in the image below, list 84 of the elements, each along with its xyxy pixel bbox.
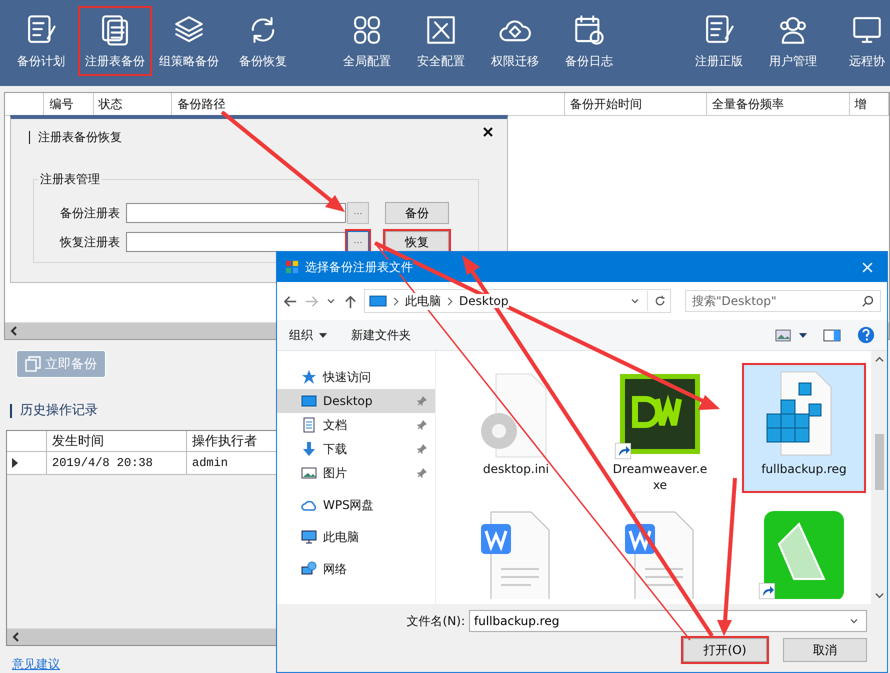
command-button[interactable]: 组织: [285, 324, 331, 346]
filename-field[interactable]: fullbackup.reg: [469, 610, 867, 632]
group-title: 注册表管理: [39, 171, 101, 188]
scrollbar-track[interactable]: [871, 351, 887, 604]
column-header[interactable]: 编号: [49, 97, 74, 111]
column-header[interactable]: 备份开始时间: [570, 97, 642, 111]
toolbar-button[interactable]: 备份计划: [4, 6, 78, 76]
nav-item[interactable]: WPS网盘: [277, 493, 435, 517]
preview-pane-icon[interactable]: [823, 328, 841, 342]
address-bar[interactable]: 此电脑 Desktop: [364, 289, 671, 313]
monitor-icon: [369, 294, 387, 308]
browse-button[interactable]: ···: [347, 202, 369, 224]
pin-icon: [417, 444, 427, 454]
toolbar-button[interactable]: 用户管理: [756, 6, 830, 76]
close-icon[interactable]: [483, 127, 493, 137]
chevron-left-icon[interactable]: [11, 632, 21, 642]
file-item[interactable]: fullbackup.reg: [744, 365, 864, 491]
copy-icon: [25, 356, 41, 372]
pin-icon: [417, 396, 427, 406]
shortcut-arrow-icon: [615, 443, 631, 459]
breadcrumb[interactable]: Desktop: [459, 294, 508, 308]
column-header[interactable]: 备份路径: [177, 97, 226, 111]
action-button[interactable]: 备份: [385, 202, 449, 224]
toolbar-button[interactable]: 权限迁移: [478, 6, 552, 76]
chevron-down-icon[interactable]: [874, 591, 884, 600]
help-icon[interactable]: [857, 326, 875, 344]
section-title: 历史操作记录: [10, 404, 98, 418]
column-header[interactable]: 发生时间: [47, 431, 187, 451]
chevron-up-icon[interactable]: [874, 355, 884, 364]
column-header[interactable]: 状态: [98, 97, 123, 111]
field-label: 备份注册表: [59, 204, 120, 222]
toolbar-button[interactable]: 注册正版: [682, 6, 756, 76]
monitor-icon: [301, 529, 317, 545]
nav-item[interactable]: 网络: [277, 557, 435, 581]
calendar-icon: [572, 12, 606, 46]
view-icon[interactable]: [775, 328, 793, 342]
toolbar-button[interactable]: 安全配置: [404, 6, 478, 76]
command-button[interactable]: 新建文件夹: [347, 324, 415, 346]
file-item[interactable]: desktop.ini: [456, 365, 576, 491]
toolbar-button[interactable]: 备份日志: [552, 6, 626, 76]
app-icon: [285, 260, 299, 274]
star-icon: [301, 369, 317, 385]
caret-icon: [319, 332, 327, 338]
nav-item[interactable]: Desktop: [277, 389, 435, 413]
table-cell: 2019/4/8 20:38: [47, 452, 187, 474]
path-field[interactable]: [126, 232, 346, 252]
toolbar-button[interactable]: 全局配置: [330, 6, 404, 76]
column-header[interactable]: 全量备份频率: [712, 97, 784, 111]
toolbar-button[interactable]: 远程协: [830, 6, 890, 76]
caret-icon[interactable]: [799, 332, 807, 338]
column-header[interactable]: 增: [854, 97, 867, 111]
window-title: 选择备份注册表文件: [305, 260, 413, 274]
feedback-link[interactable]: 意见建议: [12, 656, 60, 673]
window-title: 注册表备份恢复: [29, 131, 122, 144]
nav-item[interactable]: 快速访问: [277, 365, 435, 389]
monitor-icon: [301, 393, 317, 409]
toolbar-button[interactable]: 组策略备份: [152, 6, 226, 76]
pin-icon: [417, 420, 427, 430]
picture-icon: [301, 465, 317, 481]
document-icon: [301, 417, 317, 433]
file-item[interactable]: Dreamweaver.exe: [600, 365, 720, 491]
dialog-button[interactable]: 打开(O): [683, 638, 767, 662]
scrollbar-thumb[interactable]: [874, 434, 884, 490]
refresh-icon[interactable]: [654, 295, 666, 307]
search-field[interactable]: 搜索"Desktop": [685, 290, 881, 312]
network-icon: [301, 561, 317, 577]
pin-icon: [417, 468, 427, 478]
chevron-right-icon: [447, 296, 453, 306]
up-arrow-icon[interactable]: [343, 294, 358, 308]
nav-item[interactable]: 此电脑: [277, 525, 435, 549]
toolbar-button[interactable]: 备份恢复: [226, 6, 300, 76]
shortcut-arrow-icon: [759, 583, 775, 599]
search-icon: [862, 295, 874, 307]
back-arrow-icon[interactable]: [283, 294, 298, 308]
field-label: 恢复注册表: [58, 234, 120, 250]
field-label: 文件名(N):: [406, 612, 465, 630]
chevron-left-icon[interactable]: [9, 326, 19, 336]
chevron-right-icon: [393, 296, 399, 306]
breadcrumb[interactable]: 此电脑: [405, 292, 441, 310]
download-icon: [301, 441, 317, 457]
toolbar-button[interactable]: 注册表备份: [78, 6, 152, 76]
path-field[interactable]: [126, 203, 346, 223]
dialog-button[interactable]: 取消: [783, 638, 867, 662]
browse-button[interactable]: ···: [347, 231, 369, 253]
